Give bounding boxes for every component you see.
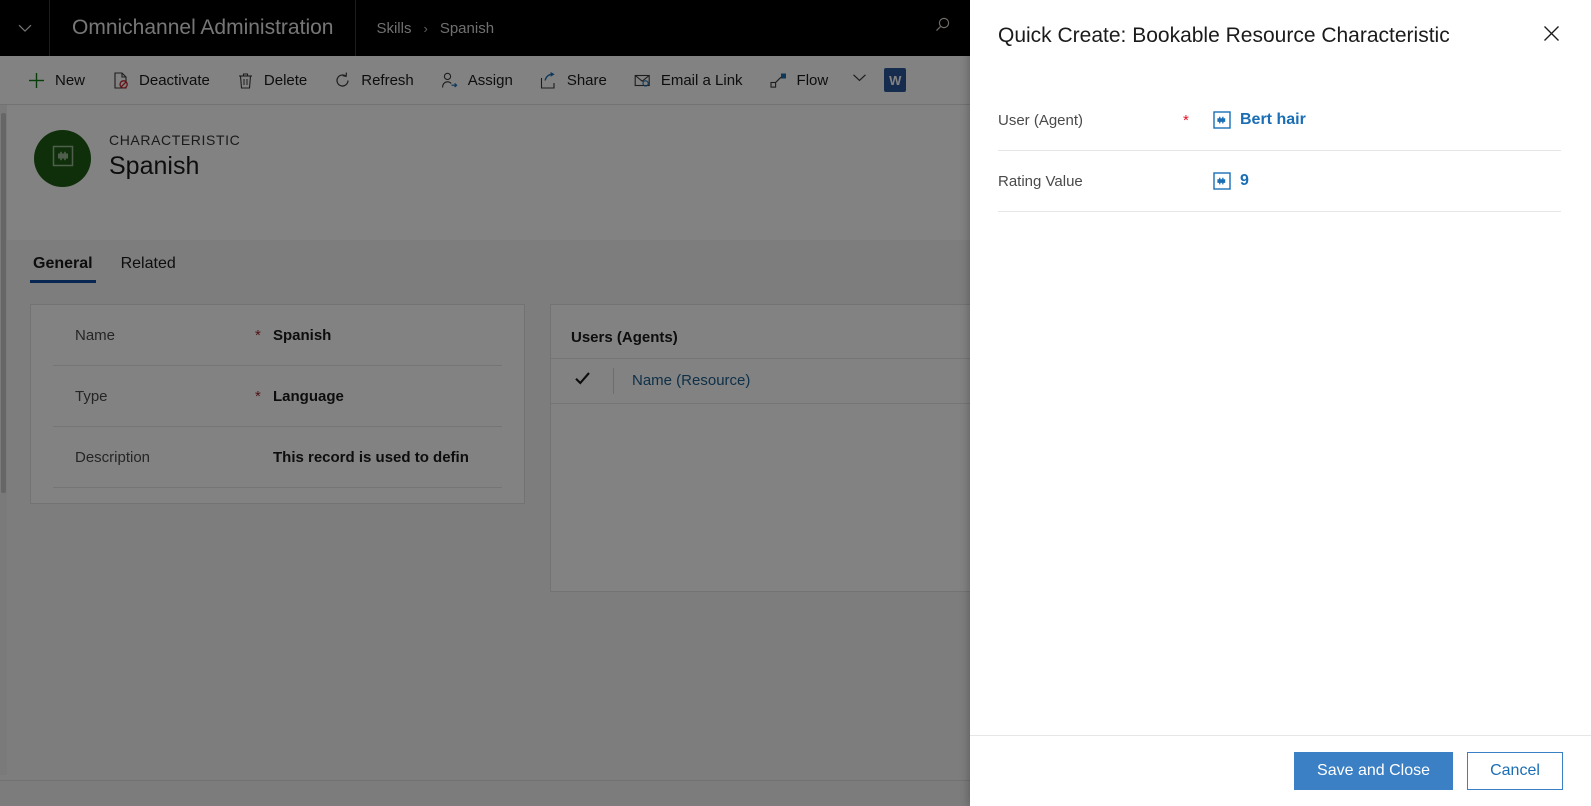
select-all-checkbox[interactable]: [551, 369, 613, 394]
command-label: Share: [566, 71, 607, 89]
form-row-description: Description This record is used to defin: [53, 427, 502, 488]
command-deactivate[interactable]: Deactivate: [98, 56, 223, 104]
avatar: [34, 130, 91, 187]
flow-icon: [769, 71, 788, 90]
name-field-value[interactable]: Spanish: [273, 327, 331, 344]
command-label: Delete: [263, 71, 308, 89]
cancel-button[interactable]: Cancel: [1467, 752, 1563, 790]
quick-create-body: User (Agent) * Bert hair Rating Value 9: [970, 72, 1591, 735]
email-link-icon: [633, 71, 652, 90]
command-overflow-button[interactable]: [841, 56, 878, 104]
quick-create-footer: Save and Close Cancel: [970, 735, 1591, 806]
refresh-icon: [333, 71, 352, 90]
breadcrumb: Skills › Spanish: [356, 20, 494, 37]
required-indicator: *: [1183, 111, 1189, 129]
command-assign[interactable]: Assign: [427, 56, 526, 104]
command-delete[interactable]: Delete: [223, 56, 320, 104]
description-field-value[interactable]: This record is used to defin: [273, 449, 469, 466]
command-email-a-link[interactable]: Email a Link: [620, 56, 756, 104]
app-title: Omnichannel Administration: [50, 0, 357, 56]
site-map-chevron-button[interactable]: [0, 0, 50, 56]
assign-person-icon: [440, 71, 459, 90]
record-meta: CHARACTERISTIC Spanish: [109, 130, 240, 181]
field-label: Name: [75, 326, 116, 344]
command-flow[interactable]: Flow: [756, 56, 842, 104]
rating-value-lookup-value[interactable]: 9: [1213, 172, 1249, 190]
user-agent-lookup-value[interactable]: Bert hair: [1213, 111, 1306, 129]
subgrid-header-row: Name (Resource): [551, 358, 970, 404]
trash-icon: [236, 71, 255, 90]
search-icon: [931, 15, 953, 42]
plus-icon: [27, 71, 46, 90]
record-entity-type: CHARACTERISTIC: [109, 132, 241, 148]
command-label: Email a Link: [660, 71, 743, 89]
general-form-section: Name * Spanish Type * Language Descripti…: [30, 304, 525, 504]
user-agent-value-text: Bert hair: [1240, 111, 1306, 128]
command-label: Refresh: [361, 71, 414, 89]
command-bar: New Deactivate Delete Refresh Assign Sha…: [0, 56, 970, 105]
form-scrollbar-thumb[interactable]: [1, 113, 6, 493]
page-title: Spanish: [109, 152, 200, 180]
tab-general[interactable]: General: [30, 255, 96, 283]
save-and-close-button[interactable]: Save and Close: [1294, 752, 1453, 790]
quick-create-row-rating-value: Rating Value 9: [998, 151, 1561, 212]
form-tabs: General Related: [30, 243, 179, 283]
field-label: Rating Value: [998, 172, 1083, 190]
subgrid-title: Users (Agents): [571, 329, 678, 346]
form-row-name: Name * Spanish: [53, 305, 502, 366]
breadcrumb-item-skills[interactable]: Skills: [376, 20, 411, 37]
quick-create-title: Quick Create: Bookable Resource Characte…: [998, 24, 1450, 47]
share-icon: [539, 71, 558, 90]
rating-value-text: 9: [1240, 172, 1249, 189]
close-icon: [1542, 24, 1561, 48]
checkmark-icon: [573, 369, 592, 394]
search-button[interactable]: [914, 0, 970, 56]
top-navigation-bar: Omnichannel Administration Skills › Span…: [0, 0, 970, 56]
quick-create-panel: Quick Create: Bookable Resource Characte…: [970, 0, 1591, 806]
command-label: Assign: [467, 71, 513, 89]
form-row-type: Type * Language: [53, 366, 502, 427]
required-indicator: *: [255, 326, 261, 344]
bookable-resource-entity-icon: [1213, 172, 1231, 190]
close-button[interactable]: [1531, 16, 1571, 56]
chevron-down-icon: [851, 69, 868, 91]
users-agents-subgrid: Users (Agents) Name (Resource): [550, 304, 970, 592]
field-label: User (Agent): [998, 111, 1084, 129]
command-share[interactable]: Share: [526, 56, 620, 104]
command-label: New: [55, 71, 86, 89]
background-app: Omnichannel Administration Skills › Span…: [0, 0, 970, 806]
field-label: Description: [75, 448, 151, 466]
command-new[interactable]: New: [14, 56, 98, 104]
bookable-resource-entity-icon: [1213, 111, 1231, 129]
command-label: Flow: [796, 71, 829, 89]
type-field-value[interactable]: Language: [273, 388, 344, 405]
background-footer-bar: [0, 780, 970, 806]
quick-create-row-user-agent: User (Agent) * Bert hair: [998, 90, 1561, 151]
field-label: Type: [75, 387, 108, 405]
command-refresh[interactable]: Refresh: [320, 56, 427, 104]
open-in-word-icon[interactable]: W: [884, 68, 907, 92]
form-scrollbar[interactable]: [0, 105, 7, 775]
record-header: CHARACTERISTIC Spanish: [0, 105, 970, 240]
subgrid-column-header-name-resource[interactable]: Name (Resource): [613, 368, 750, 394]
command-label: Deactivate: [139, 71, 210, 89]
breadcrumb-separator-icon: ›: [423, 20, 428, 36]
required-indicator: *: [255, 387, 261, 405]
deactivate-document-icon: [111, 71, 130, 90]
characteristic-entity-icon: [50, 143, 76, 174]
tab-related[interactable]: Related: [118, 255, 179, 283]
breadcrumb-item-spanish[interactable]: Spanish: [440, 20, 494, 37]
app-root: Omnichannel Administration Skills › Span…: [0, 0, 1591, 806]
chevron-down-icon: [17, 20, 33, 36]
quick-create-header: Quick Create: Bookable Resource Characte…: [970, 0, 1591, 72]
